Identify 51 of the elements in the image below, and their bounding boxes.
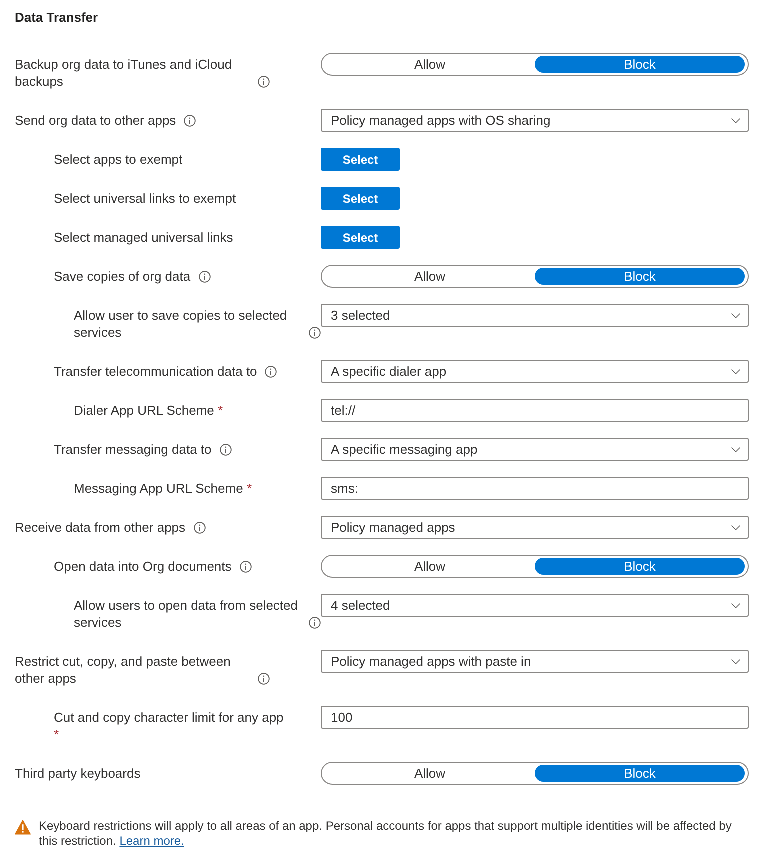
toggle-option[interactable]: Block bbox=[535, 56, 745, 73]
info-icon[interactable] bbox=[258, 76, 270, 88]
toggle-option[interactable]: Allow bbox=[325, 765, 535, 782]
toggle-option[interactable]: Allow bbox=[325, 268, 535, 285]
setting-label: Transfer telecommunication data to bbox=[54, 363, 258, 380]
learn-more-link[interactable]: Learn more. bbox=[120, 834, 184, 848]
info-icon[interactable] bbox=[220, 444, 232, 456]
setting-label: Restrict cut, copy, and paste between other apps bbox=[15, 653, 232, 687]
text-input[interactable]: 100 bbox=[321, 706, 749, 729]
warning-message: Keyboard restrictions will apply to all areas of an app. Personal accounts for apps that support multiple identities will be affected by this restriction. Learn more. bbox=[39, 819, 733, 849]
toggle-option[interactable]: Allow bbox=[325, 56, 535, 73]
setting-label: Messaging App URL Scheme * bbox=[74, 480, 252, 497]
dropdown-field[interactable]: Policy managed apps with OS sharing bbox=[321, 109, 749, 132]
toggle-option[interactable]: Allow bbox=[325, 558, 535, 575]
setting-label: Dialer App URL Scheme * bbox=[74, 402, 224, 419]
dropdown-field[interactable]: A specific messaging app bbox=[321, 438, 749, 461]
text-input[interactable]: sms: bbox=[321, 477, 749, 500]
setting-label: Allow user to save copies to selected services bbox=[74, 307, 288, 341]
info-icon[interactable] bbox=[309, 327, 321, 339]
setting-label: Receive data from other apps bbox=[15, 519, 186, 536]
setting-label: Select universal links to exempt bbox=[54, 190, 236, 207]
setting-label: Open data into Org documents bbox=[54, 558, 232, 575]
info-icon[interactable] bbox=[198, 271, 211, 283]
text-input[interactable]: tel:// bbox=[321, 399, 749, 422]
dropdown-field[interactable]: Policy managed apps bbox=[321, 516, 749, 539]
setting-label: Third party keyboards bbox=[15, 765, 141, 782]
dropdown-field[interactable]: Policy managed apps with paste in bbox=[321, 650, 749, 673]
select-button[interactable]: Select bbox=[321, 187, 400, 210]
setting-label: Transfer messaging data to bbox=[54, 441, 212, 458]
setting-label: Cut and copy character limit for any app * bbox=[54, 709, 285, 743]
setting-label: Backup org data to iTunes and iCloud backups bbox=[15, 56, 234, 90]
info-icon[interactable] bbox=[265, 366, 278, 378]
setting-label: Select apps to exempt bbox=[54, 151, 183, 168]
section-title: Data Transfer bbox=[15, 9, 98, 26]
toggle-option[interactable]: Block bbox=[535, 268, 745, 285]
dropdown-field[interactable]: 3 selected bbox=[321, 304, 749, 327]
setting-label: Save copies of org data bbox=[54, 268, 191, 285]
dropdown-field[interactable]: 4 selected bbox=[321, 594, 749, 617]
dropdown-field[interactable]: A specific dialer app bbox=[321, 360, 749, 383]
setting-label: Send org data to other apps bbox=[15, 112, 176, 129]
info-icon[interactable] bbox=[258, 673, 270, 685]
toggle-option[interactable]: Block bbox=[535, 558, 745, 575]
info-icon[interactable] bbox=[184, 115, 196, 127]
setting-label: Allow users to open data from selected services bbox=[74, 597, 300, 631]
info-icon[interactable] bbox=[194, 522, 206, 534]
select-button[interactable]: Select bbox=[321, 226, 400, 249]
select-button[interactable]: Select bbox=[321, 148, 400, 171]
info-icon[interactable] bbox=[309, 617, 321, 629]
info-icon[interactable] bbox=[240, 561, 252, 573]
setting-label: Select managed universal links bbox=[54, 229, 234, 246]
toggle-option[interactable]: Block bbox=[535, 765, 745, 782]
